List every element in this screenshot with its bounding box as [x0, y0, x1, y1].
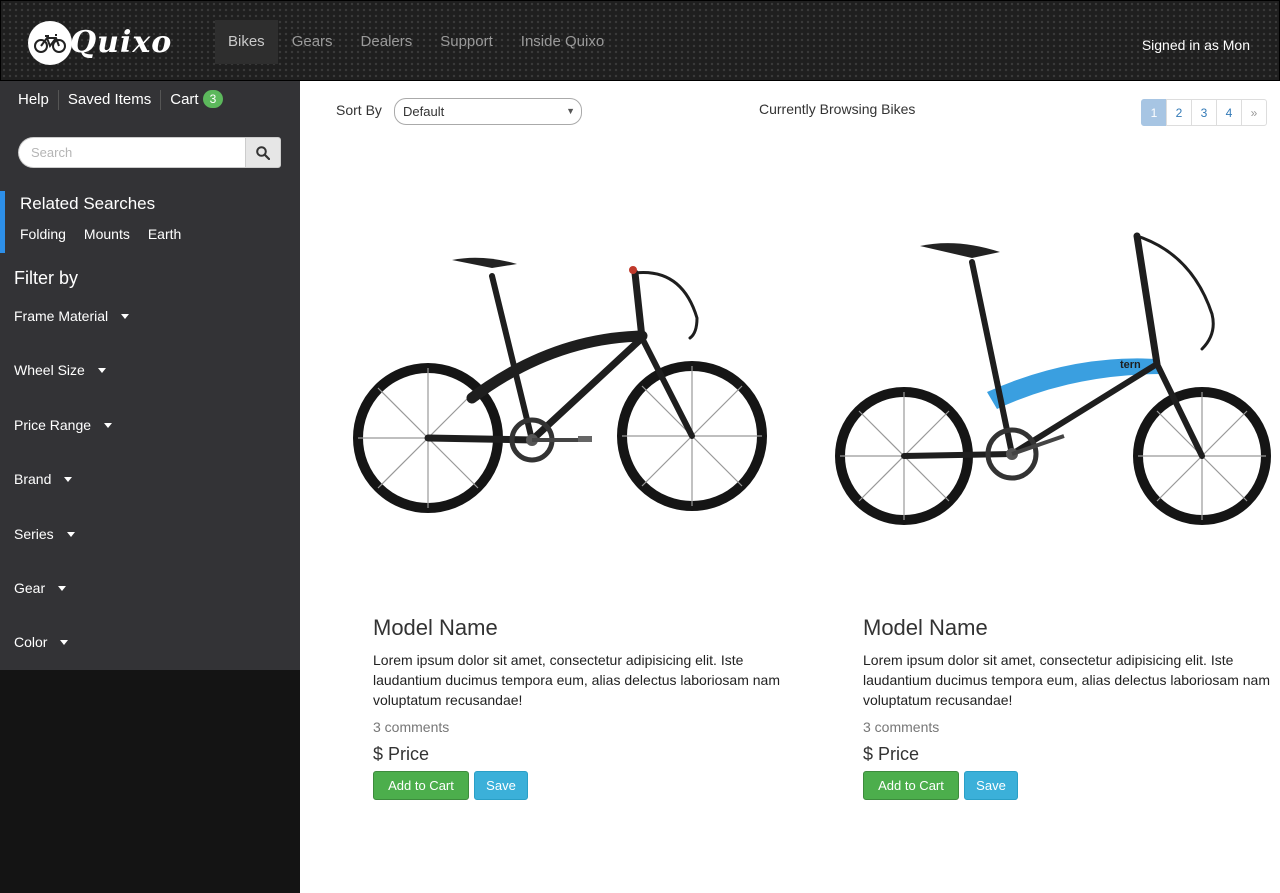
related-tag-mounts[interactable]: Mounts: [84, 226, 130, 242]
product-image-blue-folding-bike[interactable]: tern: [832, 224, 1277, 532]
bike-brand-decal: tern: [1120, 359, 1141, 371]
sidebar-top-links: Help Saved Items Cart 3: [18, 90, 232, 110]
bike-logo-icon: [28, 21, 72, 65]
filter-title: Filter by: [14, 268, 79, 288]
related-tag-earth[interactable]: Earth: [148, 226, 181, 242]
cart-label: Cart: [170, 91, 199, 108]
page-3[interactable]: 3: [1191, 99, 1217, 126]
nav-dealers[interactable]: Dealers: [347, 20, 427, 64]
sidebar-footer-area: [0, 670, 300, 893]
cart-count-badge: 3: [202, 90, 224, 108]
filter-label: Price Range: [14, 417, 92, 433]
sort-label: Sort By: [336, 102, 382, 118]
search-icon: [256, 145, 270, 160]
filter-label: Wheel Size: [14, 362, 85, 378]
product-description: Lorem ipsum dolor sit amet, consectetur …: [863, 652, 1270, 708]
filter-wheel-size[interactable]: Wheel Size: [14, 362, 106, 378]
quixo-logo[interactable]: Quixo: [28, 21, 171, 65]
add-to-cart-button[interactable]: Add to Cart: [863, 771, 959, 800]
product-card: Model Name Lorem ipsum dolor sit amet, c…: [373, 615, 793, 800]
caret-down-icon: [58, 585, 67, 591]
caret-down-icon: [121, 313, 130, 319]
save-button[interactable]: Save: [474, 771, 528, 800]
sidebar: Help Saved Items Cart3 Related Searches …: [0, 81, 300, 670]
caret-down-icon: [104, 422, 113, 428]
filter-label: Gear: [14, 580, 46, 596]
filter-label: Brand: [14, 471, 52, 487]
related-searches-title: Related Searches: [20, 194, 156, 213]
pagination: 1 2 3 4 »: [1141, 99, 1267, 126]
product-actions: Add to Cart Save: [373, 771, 793, 800]
nav-inside-quixo[interactable]: Inside Quixo: [507, 20, 618, 64]
related-searches: Related Searches Folding Mounts Earth: [0, 191, 300, 253]
related-tags: Folding Mounts Earth: [20, 226, 181, 242]
search-input[interactable]: [18, 137, 245, 168]
add-to-cart-button[interactable]: Add to Cart: [373, 771, 469, 800]
filter-frame-material[interactable]: Frame Material: [14, 308, 130, 324]
page-next[interactable]: »: [1241, 99, 1267, 126]
page-1[interactable]: 1: [1141, 99, 1167, 126]
product-comments[interactable]: 3 comments: [373, 719, 793, 735]
page-4[interactable]: 4: [1216, 99, 1242, 126]
sort-select[interactable]: Default ▼: [394, 98, 582, 125]
main-nav: Bikes Gears Dealers Support Inside Quixo: [215, 20, 618, 64]
filter-series[interactable]: Series: [14, 526, 75, 542]
brand-name: Quixo: [70, 25, 173, 60]
product-price: $ Price: [373, 744, 430, 764]
product-comments[interactable]: 3 comments: [863, 719, 1280, 735]
cart-link[interactable]: Cart 3: [160, 90, 232, 110]
filter-label: Frame Material: [14, 308, 109, 324]
signed-in-user[interactable]: Signed in as Mon: [1142, 37, 1250, 53]
caret-down-icon: [60, 639, 69, 645]
product-description: Lorem ipsum dolor sit amet, consectetur …: [373, 652, 780, 708]
filter-brand[interactable]: Brand: [14, 471, 73, 487]
browsing-status: Currently Browsing Bikes: [759, 101, 916, 117]
caret-down-icon: [97, 367, 106, 373]
caret-down-icon: [66, 531, 75, 537]
dropdown-arrow-icon: ▼: [566, 106, 575, 116]
product-price: $ Price: [863, 744, 920, 764]
nav-bikes[interactable]: Bikes: [215, 20, 278, 64]
nav-support[interactable]: Support: [426, 20, 507, 64]
product-title[interactable]: Model Name: [863, 615, 1280, 643]
page-2[interactable]: 2: [1166, 99, 1192, 126]
saved-items-link[interactable]: Saved Items: [57, 90, 160, 110]
product-title[interactable]: Model Name: [373, 615, 793, 643]
sort-value: Default: [403, 104, 445, 119]
search-button[interactable]: [245, 137, 281, 168]
top-navbar: Quixo Bikes Gears Dealers Support Inside…: [0, 0, 1280, 81]
related-tag-folding[interactable]: Folding: [20, 226, 66, 242]
product-actions: Add to Cart Save: [863, 771, 1280, 800]
filter-color[interactable]: Color: [14, 634, 69, 650]
filter-price-range[interactable]: Price Range: [14, 417, 113, 433]
search-box: [18, 137, 281, 168]
caret-down-icon: [64, 476, 73, 482]
filter-label: Series: [14, 526, 54, 542]
nav-gears[interactable]: Gears: [278, 20, 347, 64]
filter-gear[interactable]: Gear: [14, 580, 67, 596]
filter-label: Color: [14, 634, 48, 650]
product-image-black-folding-bike[interactable]: [352, 248, 777, 523]
product-card: Model Name Lorem ipsum dolor sit amet, c…: [863, 615, 1280, 800]
help-link[interactable]: Help: [18, 90, 58, 110]
save-button[interactable]: Save: [964, 771, 1018, 800]
